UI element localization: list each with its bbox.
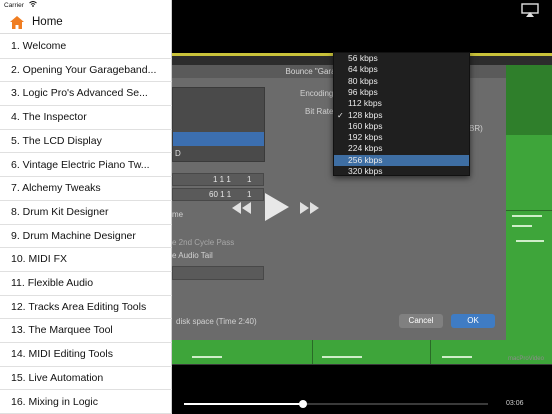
chapter-label: 10. MIDI FX — [11, 253, 68, 266]
bit-rate-label: Bit Rate — [305, 107, 334, 116]
cancel-button: Cancel — [399, 314, 443, 328]
destination-selected-row — [173, 132, 264, 146]
chapter-item[interactable]: 9. Drum Machine Designer — [0, 225, 172, 249]
bit-rate-option: 56 kbps — [334, 53, 469, 64]
bit-rate-option: 320 kbps — [334, 166, 469, 177]
bit-rate-option-label: 224 kbps — [348, 143, 383, 154]
home-icon — [10, 16, 24, 34]
vbr-fragment: BR) — [469, 124, 483, 133]
disk-space-text: disk space (Time 2:40) — [176, 317, 257, 326]
option-fragment-2: e 2nd Cycle Pass — [172, 238, 235, 247]
chapter-item[interactable]: 14. MIDI Editing Tools — [0, 343, 172, 367]
start-field: 1 1 1 1 — [172, 173, 264, 186]
chapter-label: 2. Opening Your Garageband... — [11, 63, 157, 76]
chapter-item[interactable]: 7. Alchemy Tweaks — [0, 177, 172, 201]
wifi-icon — [28, 0, 37, 12]
chapter-label: 1. Welcome — [11, 40, 67, 52]
bit-rate-option-label: 96 kbps — [348, 86, 378, 97]
chapter-label: 8. Drum Kit Designer — [11, 205, 109, 218]
bit-rate-option-label: 56 kbps — [348, 53, 378, 63]
chapter-item[interactable]: 8. Drum Kit Designer — [0, 201, 172, 225]
start-value: 1 1 1 — [213, 175, 231, 184]
chapter-label: 9. Drum Machine Designer — [11, 229, 136, 242]
end-suffix: 1 — [247, 190, 252, 199]
home-menu-item[interactable]: Home — [0, 12, 172, 34]
destination-fragment: D — [175, 149, 181, 158]
remaining-time: 03:06 — [506, 400, 524, 407]
bit-rate-option-label: 256 kbps — [348, 154, 383, 165]
bit-rate-option: 256 kbps — [334, 154, 469, 166]
progress-fill — [184, 403, 303, 405]
bit-rate-option-label: 160 kbps — [348, 120, 383, 131]
chapter-label: 15. Live Automation — [11, 371, 104, 384]
ok-button: OK — [451, 314, 495, 328]
chapter-item[interactable]: 11. Flexible Audio — [0, 272, 172, 296]
chapter-item[interactable]: 1. Welcome — [0, 35, 172, 59]
bit-rate-option-label: 320 kbps — [348, 166, 383, 176]
checkmark-icon: ✓ — [337, 110, 344, 120]
bit-rate-option: 64 kbps — [334, 64, 469, 75]
bit-rate-option: 112 kbps — [334, 98, 469, 109]
fast-forward-icon — [300, 201, 320, 219]
chapter-item[interactable]: 3. Logic Pro's Advanced Se... — [0, 82, 172, 107]
encoding-label: Encoding — [300, 89, 334, 98]
chapter-sidebar: Carrier Home 1. Welcome 2. Opening Your G… — [0, 0, 172, 414]
start-suffix: 1 — [247, 175, 252, 184]
home-label: Home — [32, 16, 63, 28]
carrier-label: Carrier — [4, 2, 24, 9]
track-region-bottom — [172, 340, 552, 364]
bit-rate-option: 192 kbps — [334, 132, 469, 143]
chapter-label: 11. Flexible Audio — [11, 277, 94, 289]
chapter-item[interactable]: 15. Live Automation — [0, 367, 172, 391]
chapter-item[interactable]: 12. Tracks Area Editing Tools — [0, 296, 172, 320]
bit-rate-option-label: 112 kbps — [348, 98, 382, 109]
bit-rate-dropdown: 56 kbps 64 kbps 80 kbps 96 kbps 112 kbps ✓ 128… — [333, 52, 470, 176]
airplay-icon[interactable] — [521, 3, 539, 22]
bit-rate-option-label: 128 kbps — [348, 109, 383, 120]
status-bar: Carrier — [0, 0, 172, 12]
chapter-label: 3. Logic Pro's Advanced Se... — [11, 87, 148, 100]
chapter-label: 5. The LCD Display — [11, 134, 102, 147]
bit-rate-option-label: 64 kbps — [348, 64, 378, 75]
chapter-item[interactable]: 2. Opening Your Garageband... — [0, 59, 172, 83]
end-field: 60 1 1 1 — [172, 188, 264, 201]
chapter-item[interactable]: 6. Vintage Electric Piano Tw... — [0, 154, 172, 178]
bit-rate-option-label: 80 kbps — [348, 75, 378, 86]
chapter-item[interactable]: 10. MIDI FX — [0, 248, 172, 272]
chapter-item[interactable]: 16. Mixing in Logic — [0, 391, 172, 414]
bit-rate-option-label: 192 kbps — [348, 132, 383, 143]
bit-rate-option: 80 kbps — [334, 76, 469, 87]
bit-rate-option: 224 kbps — [334, 143, 469, 154]
option-fragment-3: e Audio Tail — [172, 251, 213, 260]
chapter-label: 13. The Marquee Tool — [11, 324, 113, 337]
chapter-label: 14. MIDI Editing Tools — [11, 348, 113, 361]
chapter-item[interactable]: 5. The LCD Display — [0, 130, 172, 154]
progress-track[interactable] — [184, 403, 488, 405]
play-icon — [263, 193, 289, 226]
chapter-label: 4. The Inspector — [11, 111, 87, 124]
progress-knob[interactable] — [298, 400, 307, 408]
track-regions-right — [506, 65, 552, 340]
watermark: macProVideo — [508, 356, 544, 362]
bit-rate-option: 160 kbps — [334, 121, 469, 132]
chapter-item[interactable]: 4. The Inspector — [0, 106, 172, 130]
chapter-label: 6. Vintage Electric Piano Tw... — [11, 158, 150, 171]
normalize-popup — [172, 266, 264, 280]
chapter-label: 16. Mixing in Logic — [11, 395, 98, 408]
rewind-icon — [232, 201, 252, 219]
destination-list: D — [172, 87, 265, 162]
option-fragment-1: me — [172, 210, 184, 219]
bit-rate-option: ✓ 128 kbps — [334, 110, 469, 121]
bit-rate-option: 96 kbps — [334, 87, 469, 98]
chapter-item[interactable]: 13. The Marquee Tool — [0, 319, 172, 344]
chapter-label: 7. Alchemy Tweaks — [11, 182, 101, 195]
end-value: 60 1 1 — [209, 190, 232, 199]
chapter-label: 12. Tracks Area Editing Tools — [11, 300, 147, 313]
